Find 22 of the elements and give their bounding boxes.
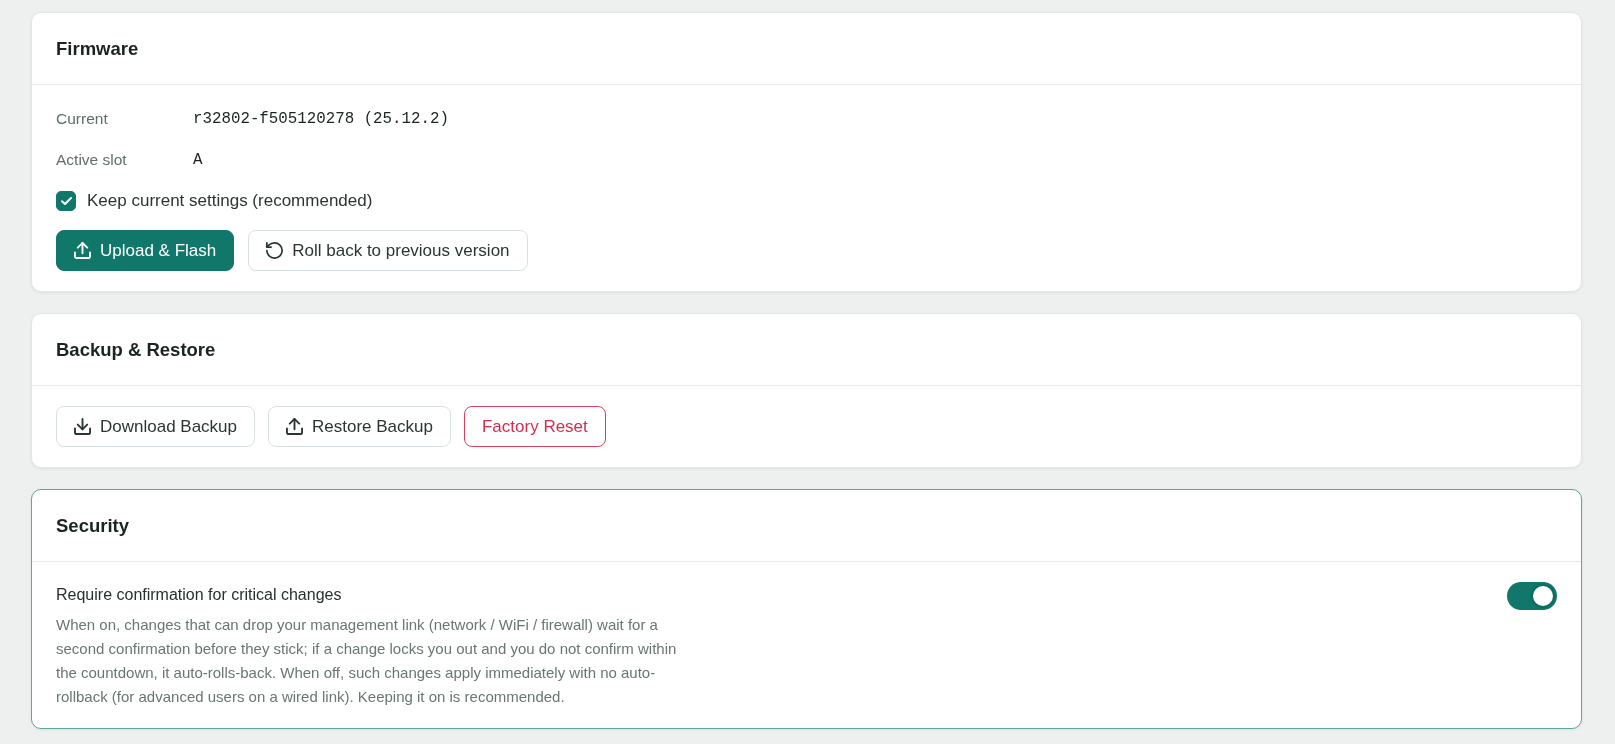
setting-description: When on, changes that can drop your management link (network / WiFi / firewall) wait for a second confirmation before they stick; if a change locks you out and you do not confirm within the countdown, it auto-rolls-back. When off, such changes apply immediately with no auto-rollback (for advanced users on a wired link). Keeping it on is recommended. [56, 615, 678, 707]
restore-backup-button[interactable]: Restore Backup [268, 406, 451, 447]
factory-reset-button[interactable]: Factory Reset [464, 406, 606, 447]
upload-icon [286, 418, 304, 435]
counterclockwise-arrow-icon [266, 242, 284, 259]
field-value: r32802-f505120278 (25.12.2) [193, 110, 449, 128]
field-label: Active slot [56, 151, 127, 169]
field-value: A [193, 151, 203, 169]
checkbox[interactable] [56, 191, 76, 211]
card-title: Security [56, 514, 129, 537]
download-icon [74, 418, 91, 435]
rollback-button[interactable]: Roll back to previous version [248, 230, 528, 271]
upload-icon [74, 242, 91, 259]
upload-flash-button[interactable]: Upload & Flash [56, 230, 235, 271]
setting-label: Require confirmation for critical changes [56, 585, 343, 605]
field-label: Current [56, 110, 108, 128]
card-title: Firmware [56, 37, 139, 60]
download-backup-button[interactable]: Download Backup [56, 406, 256, 447]
checkmark-icon [60, 197, 72, 205]
card-title: Backup & Restore [56, 338, 216, 361]
checkbox-label: Keep current settings (recommended) [87, 191, 373, 211]
toggle-switch[interactable] [1507, 582, 1557, 610]
